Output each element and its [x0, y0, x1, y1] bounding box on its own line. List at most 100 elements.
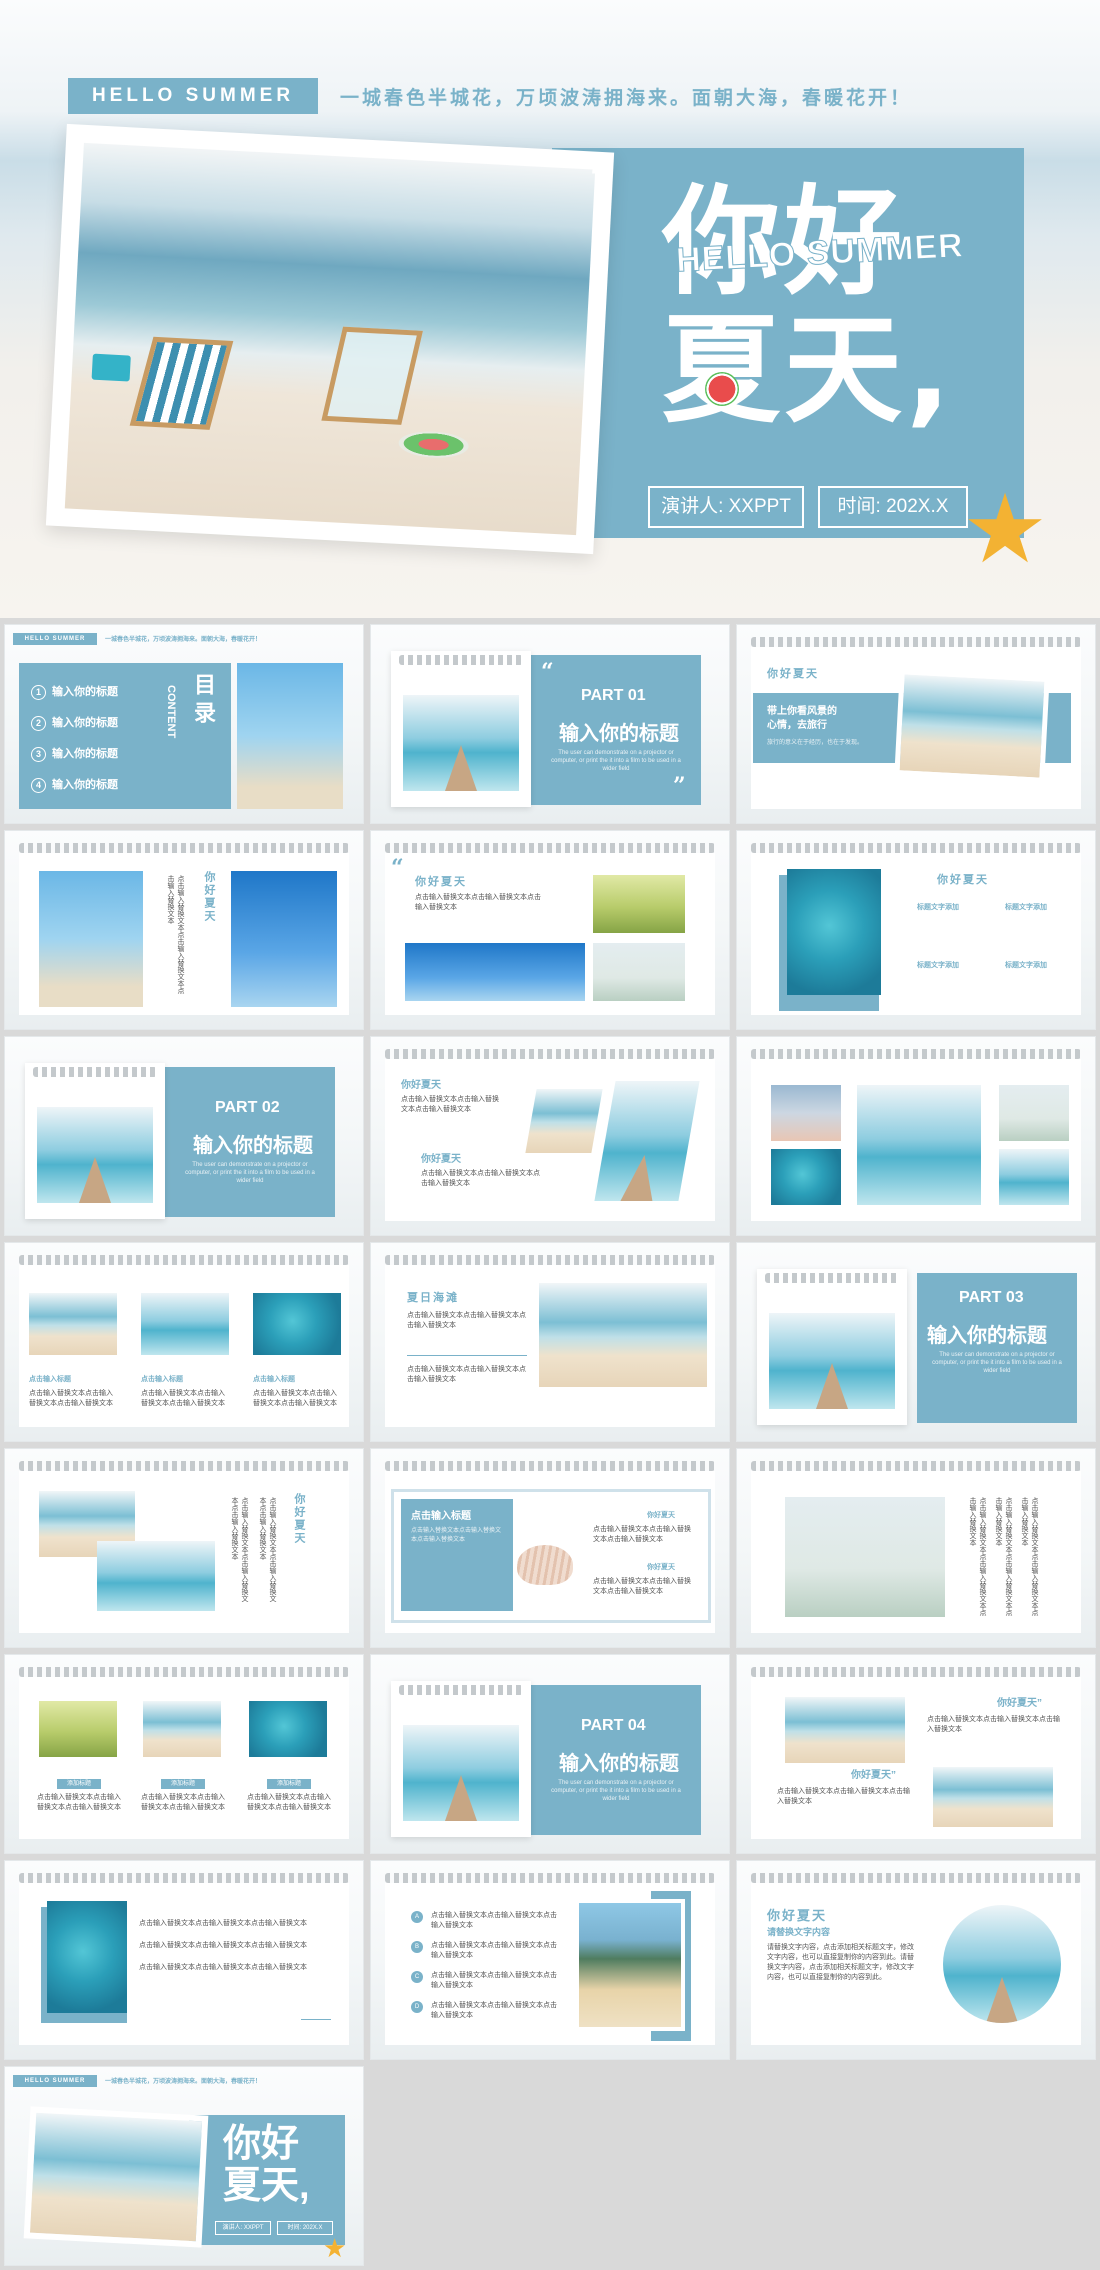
slide-daisy[interactable]: 点击输入替换文本点击输入替换文本点击输入替换文本 点击输入替换文本点击输入替换文… — [736, 1448, 1096, 1648]
cover-slide[interactable]: HELLO SUMMER 一城春色半城花，万顷波涛拥海来。面朝大海，春暖花开！ … — [0, 0, 1100, 618]
toc-item[interactable]: 4 输入你的标题 — [31, 770, 118, 801]
body-text: 点击输入替换文本点击输入替换文本点击输入替换文本 — [415, 894, 541, 911]
list-bullet: A — [411, 1911, 423, 1923]
body-text: 点击输入替换文本点击输入替换文本点击输入替换文本 — [139, 1964, 307, 1971]
toc-item[interactable]: 3 输入你的标题 — [31, 739, 118, 770]
pier-photo — [37, 1107, 153, 1203]
pier-photo — [403, 695, 519, 791]
beach-chairs-photo — [23, 2106, 209, 2248]
vertical-text: 点击输入替换文本点击输入替换文本点击输入替换文本 — [995, 1497, 1012, 1616]
slide-toc[interactable]: HELLO SUMMER 一城春色半城花，万顷波涛拥海来。面朝大海，春暖花开！ … — [4, 624, 364, 824]
slide-heading: 你好夏天 — [937, 874, 989, 886]
part-number: PART 01 — [581, 687, 646, 704]
cove-photo — [575, 1899, 685, 2031]
vertical-text: 点击输入替换文本点击输入替换文本点击输入替换文本 — [231, 1497, 248, 1602]
open-quote-mark: “ — [541, 659, 554, 685]
toc-item[interactable]: 1 输入你的标题 — [31, 677, 118, 708]
waves-photo — [999, 1149, 1069, 1205]
hand-shell-photo — [857, 1085, 981, 1205]
beach-chair-1 — [129, 336, 234, 430]
body-text: 点击输入替换文本点击输入替换文本点击输入替换文本 — [37, 1794, 121, 1811]
slide-sailboat[interactable]: 点击输入替换文本点击输入替换文本点击输入替换文本 你好夏天 — [4, 830, 364, 1030]
body-text: 点击输入替换文本点击输入替换文本点击输入替换文本 — [401, 1096, 499, 1113]
slide-captions[interactable]: 添加标题 添加标题 添加标题 点击输入替换文本点击输入替换文本点击输入替换文本 … — [4, 1654, 364, 1854]
beach-photo — [525, 1089, 603, 1153]
slide-two-beaches[interactable]: 你好夏天” 点击输入替换文本点击输入替换文本点击输入替换文本 你好夏天” 点击输… — [736, 1654, 1096, 1854]
slide-travel[interactable]: 你好夏天 带上你看风景的 心情，去旅行 旅行的意义在于经历，也在于发现。 — [736, 624, 1096, 824]
slide-part-04[interactable]: PART 04 输入你的标题 The user can demonstrate … — [370, 1654, 730, 1854]
bungalow-photo — [249, 1701, 327, 1757]
slide-beach-text[interactable]: 夏日海滩 点击输入替换文本点击输入替换文本点击输入替换文本 点击输入替换文本点击… — [370, 1242, 730, 1442]
item-title: 你好夏天 — [647, 1512, 675, 1519]
body-text: 点击输入替换文本点击输入替换文本点击输入替换文本 — [141, 1794, 225, 1811]
beach-chairs-photo — [64, 142, 596, 536]
daisy-photo — [999, 1085, 1069, 1141]
slide-lagoon-text[interactable]: 点击输入替换文本点击输入替换文本点击输入替换文本 点击输入替换文本点击输入替换文… — [4, 1860, 364, 2060]
lagoon-photo — [787, 869, 881, 995]
shells-photo — [785, 1697, 905, 1763]
slide-shell-gallery[interactable] — [736, 1036, 1096, 1236]
item-title: 点击输入标题 — [29, 1376, 71, 1383]
slide-heading: 你好夏天 — [767, 668, 819, 680]
travel-body: 旅行的意义在于经历，也在于发现。 — [767, 740, 864, 746]
item-title: 标题文字添加 — [1005, 904, 1047, 911]
part-title: 输入你的标题 — [193, 1135, 313, 1157]
slide-flowers[interactable]: “ 你好夏天 点击输入替换文本点击输入替换文本点击输入替换文本 — [370, 830, 730, 1030]
umbrella-photo — [29, 1293, 117, 1355]
slide-shell-box[interactable]: 点击输入标题 点击输入替换文本点击输入替换文本点击输入替换文本 你好夏天 点击输… — [370, 1448, 730, 1648]
open-quote-mark: “ — [391, 855, 404, 881]
slide-pier-text[interactable]: 你好夏天 点击输入替换文本点击输入替换文本点击输入替换文本 你好夏天 点击输入替… — [370, 1036, 730, 1236]
chairs-photo — [933, 1767, 1053, 1827]
slide-part-01[interactable]: “ PART 01 输入你的标题 The user can demonstrat… — [370, 624, 730, 824]
mini-slogan: 一城春色半城花，万顷波涛拥海来。面朝大海，春暖花开！ — [105, 2079, 262, 2085]
slide-ending[interactable]: HELLO SUMMER 一城春色半城花，万顷波涛拥海来。面朝大海，春暖花开！ … — [4, 2066, 364, 2266]
body-text: 点击输入替换文本点击输入替换文本点击输入替换文本 — [431, 1912, 557, 1929]
body-text: 点击输入替换文本点击输入替换文本点击输入替换文本 — [139, 1942, 307, 1949]
list-bullet: C — [411, 1971, 423, 1983]
part-subtitle: The user can demonstrate on a projector … — [185, 1162, 315, 1184]
part-subtitle: The user can demonstrate on a projector … — [551, 1780, 681, 1802]
time-box: 时间: 202X.X — [818, 486, 968, 528]
beach-chair-2 — [321, 326, 423, 425]
slide-abcd-list[interactable]: A B C D 点击输入替换文本点击输入替换文本点击输入替换文本 点击输入替换文… — [370, 1860, 730, 2060]
body-text: 点击输入替换文本点击输入替换文本点击输入替换文本 — [407, 1366, 526, 1383]
slide-summary[interactable]: 你好夏天 请替换文字内容 请替换文字内容，点击添加相关标题文字，修改文字内容，也… — [736, 1860, 1096, 2060]
slide-three-photos[interactable]: 点击输入标题 点击输入标题 点击输入标题 点击输入替换文本点击输入替换文本点击输… — [4, 1242, 364, 1442]
slide-shells-vertical[interactable]: 点击输入替换文本点击输入替换文本点击输入替换文本 点击输入替换文本点击输入替换文… — [4, 1448, 364, 1648]
caption-tag: 添加标题 — [161, 1779, 205, 1789]
slide-lagoon[interactable]: 你好夏天 标题文字添加 标题文字添加 标题文字添加 标题文字添加 — [736, 830, 1096, 1030]
pier-circle-photo — [943, 1905, 1061, 2023]
mini-tag: HELLO SUMMER — [13, 633, 97, 645]
shell-photo — [771, 1085, 841, 1141]
body-text: 点击输入替换文本点击输入替换文本点击输入替换文本 — [421, 1170, 540, 1187]
bungalow-photo — [253, 1293, 341, 1355]
slide-heading: 你好夏天 — [203, 871, 215, 923]
open-quote-mark: ‘ — [588, 146, 609, 216]
starfish-icon: ★ — [323, 2233, 347, 2263]
girl-in-field-photo — [593, 875, 685, 933]
shell-image — [517, 1545, 573, 1585]
body-text: 点击输入替换文本点击输入替换文本点击输入替换文本 — [407, 1312, 526, 1329]
cosmos-flower-photo — [405, 943, 585, 1001]
vertical-text: 点击输入替换文本点击输入替换文本点击输入替换文本 — [167, 875, 184, 994]
sailboat-photo — [39, 871, 143, 1007]
box-body: 点击输入替换文本点击输入替换文本点击输入替换文本 — [411, 1528, 502, 1543]
item-title: 你好夏天 — [401, 1080, 441, 1091]
vertical-text: 点击输入替换文本点击输入替换文本点击输入替换文本 — [259, 1497, 276, 1602]
slide-heading: 你好夏天 — [293, 1493, 305, 1545]
caption-tag: 添加标题 — [57, 1779, 101, 1789]
slide-part-03[interactable]: PART 03 输入你的标题 The user can demonstrate … — [736, 1242, 1096, 1442]
item-title: 点击输入标题 — [253, 1376, 295, 1383]
toc-item[interactable]: 2 输入你的标题 — [31, 708, 118, 739]
starfish-beach-photo — [539, 1283, 707, 1387]
caption-tag: 添加标题 — [267, 1779, 311, 1789]
beach-chairs-photo — [894, 669, 1050, 783]
close-quote-mark: ” — [673, 773, 686, 799]
part-number: PART 02 — [215, 1099, 280, 1116]
body-text: 点击输入替换文本点击输入替换文本点击输入替换文本 — [431, 1942, 557, 1959]
slide-part-02[interactable]: PART 02 输入你的标题 The user can demonstrate … — [4, 1036, 364, 1236]
beach-photo-frame — [45, 123, 615, 555]
part-number: PART 04 — [581, 1717, 646, 1734]
body-text: 请替换文字内容，点击添加相关标题文字，修改文字内容，也可以直接复制你的内容到此。… — [767, 1944, 914, 1981]
body-text: 点击输入替换文本点击输入替换文本点击输入替换文本 — [927, 1716, 1060, 1733]
